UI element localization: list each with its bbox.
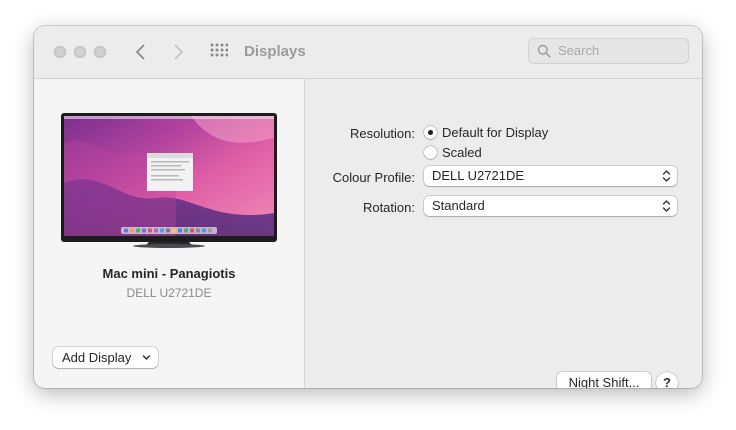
resolution-default-label[interactable]: Default for Display — [442, 125, 548, 141]
rotation-value: Standard — [432, 198, 485, 213]
colour-profile-label: Colour Profile: — [332, 170, 415, 185]
updown-chevron-icon — [662, 170, 671, 182]
show-all-grid-icon[interactable] — [210, 43, 228, 61]
rotation-label: Rotation: — [362, 200, 415, 215]
help-button[interactable]: ? — [656, 372, 678, 388]
resolution-label: Resolution: — [349, 126, 415, 141]
resolution-scaled-radio[interactable] — [424, 146, 437, 159]
display-preview-pane: Mac mini - Panagiotis DELL U2721DE Add D… — [34, 79, 305, 388]
colour-profile-select[interactable]: DELL U2721DE — [424, 166, 677, 186]
monitor-image — [61, 113, 277, 248]
chevron-down-icon — [142, 355, 151, 360]
colour-profile-value: DELL U2721DE — [432, 168, 525, 183]
minimize-window-button[interactable] — [74, 46, 86, 58]
display-settings-pane: Resolution: Default for Display Scaled C… — [305, 79, 702, 388]
title-bar: Displays Search — [34, 26, 702, 79]
resolution-scaled-label[interactable]: Scaled — [442, 145, 482, 161]
rotation-select[interactable]: Standard — [424, 196, 677, 216]
resolution-default-radio[interactable] — [424, 126, 437, 139]
add-display-label: Add Display — [62, 350, 132, 365]
display-name: Mac mini - Panagiotis — [102, 266, 236, 281]
night-shift-button[interactable]: Night Shift... — [557, 372, 651, 388]
close-window-button[interactable] — [54, 46, 66, 58]
display-model: DELL U2721DE — [126, 286, 212, 300]
displays-window: Displays Search Mac mini - Panagiotis DE… — [34, 26, 702, 388]
chevron-left-icon[interactable] — [131, 42, 151, 62]
search-icon — [537, 44, 551, 58]
zoom-window-button[interactable] — [94, 46, 106, 58]
search-placeholder: Search — [558, 43, 600, 58]
window-title: Displays — [244, 43, 306, 60]
search-field[interactable]: Search — [528, 38, 689, 64]
add-display-button[interactable]: Add Display — [53, 347, 158, 368]
updown-chevron-icon — [662, 200, 671, 212]
chevron-right-icon[interactable] — [168, 42, 188, 62]
